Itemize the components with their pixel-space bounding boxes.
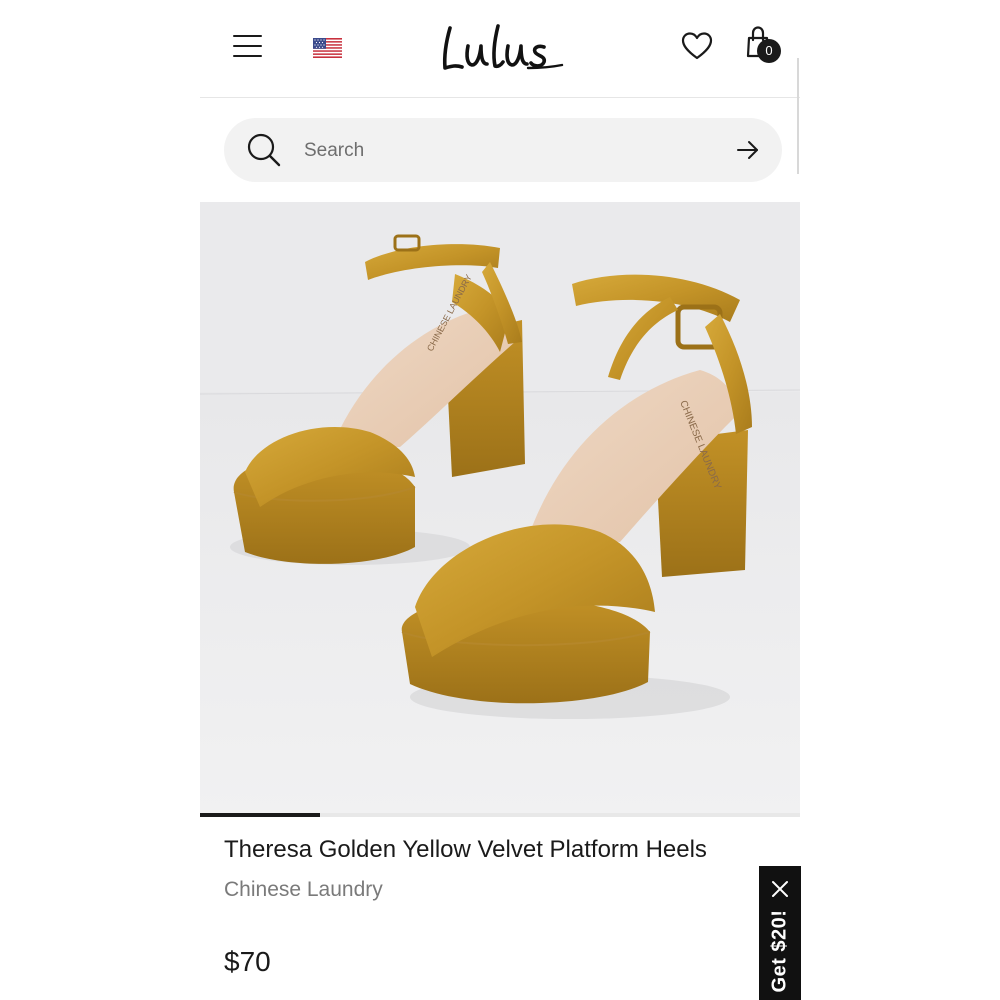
carousel-progress-fill xyxy=(200,813,320,817)
search-icon[interactable] xyxy=(246,132,282,168)
scroll-indicator xyxy=(797,58,799,174)
promo-tab[interactable]: Get $20! xyxy=(759,866,801,1000)
search-input[interactable] xyxy=(302,130,706,172)
lulus-logo[interactable] xyxy=(436,16,566,76)
product-title: Theresa Golden Yellow Velvet Platform He… xyxy=(224,836,707,863)
bag-count-badge: 0 xyxy=(757,39,781,63)
us-flag-icon[interactable] xyxy=(313,38,342,58)
product-price: $70 xyxy=(224,946,271,977)
product-brand[interactable]: Chinese Laundry xyxy=(224,878,383,902)
promo-label[interactable]: Get $20! xyxy=(769,910,792,993)
image-carousel-progress xyxy=(200,813,800,817)
hamburger-menu-icon[interactable] xyxy=(233,34,262,58)
product-page: 0 Search CHINESE LAUNDRY CHINESE LAUNDRY… xyxy=(200,0,800,1000)
search-bar[interactable] xyxy=(224,118,782,182)
close-icon[interactable] xyxy=(771,880,789,898)
site-header: 0 xyxy=(200,0,800,174)
product-image[interactable]: CHINESE LAUNDRY CHINESE LAUNDRY xyxy=(200,202,800,816)
arrow-right-icon[interactable] xyxy=(736,139,760,161)
heart-icon[interactable] xyxy=(681,31,713,61)
